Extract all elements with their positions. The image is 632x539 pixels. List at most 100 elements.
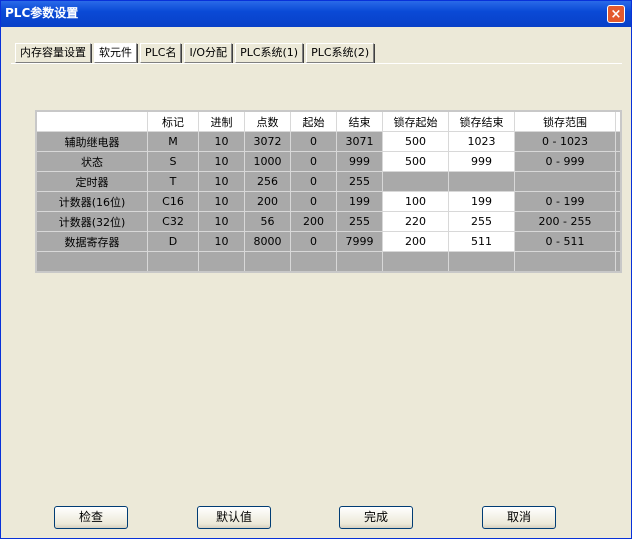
table-cell[interactable]: 255: [448, 211, 515, 232]
table-cell: 200 - 255: [514, 211, 616, 232]
table-cell: 数据寄存器: [36, 231, 148, 252]
table-cell: 199: [336, 191, 383, 212]
column-header: [36, 111, 148, 132]
tab-memory-capacity[interactable]: 内存容量设置: [15, 43, 91, 63]
table-cell: 辅助继电器: [36, 131, 148, 152]
table-cell: [336, 251, 383, 273]
cancel-button[interactable]: 取消: [482, 506, 556, 529]
column-header: 进制: [198, 111, 245, 132]
table-cell: D: [147, 231, 199, 252]
tab-plc-system-1[interactable]: PLC系统(1): [235, 43, 304, 63]
title-bar: PLC参数设置 ×: [1, 1, 631, 27]
table-cell: [615, 251, 622, 273]
table-cell[interactable]: 1023: [448, 131, 515, 152]
table-cell: 3072: [244, 131, 291, 152]
column-header: 锁存起始: [382, 111, 449, 132]
window-title: PLC参数设置: [5, 6, 79, 20]
table-cell: 10: [198, 131, 245, 152]
tab-plc-system-2[interactable]: PLC系统(2): [306, 43, 375, 63]
column-header: 锁存结束: [448, 111, 515, 132]
table-cell: 计数器(16位): [36, 191, 148, 212]
table-cell: 0: [290, 131, 337, 152]
table-cell: [615, 171, 622, 192]
table-cell: 0 - 1023: [514, 131, 616, 152]
table-cell: [244, 251, 291, 273]
table-cell: 10: [198, 231, 245, 252]
table-cell: S: [147, 151, 199, 172]
table-cell[interactable]: 199: [448, 191, 515, 212]
table-row: [36, 251, 622, 273]
column-header: 标记: [147, 111, 199, 132]
table-cell: 0: [290, 191, 337, 212]
column-header: 结束: [336, 111, 383, 132]
table-row: 辅助继电器 M 10 3072 0 3071 500 1023 0 - 1023: [36, 131, 622, 152]
table-cell: [290, 251, 337, 273]
column-header: [615, 111, 622, 132]
table-cell: [514, 171, 616, 192]
done-button[interactable]: 完成: [339, 506, 413, 529]
table-row: 状态 S 10 1000 0 999 500 999 0 - 999: [36, 151, 622, 172]
table-cell[interactable]: 999: [448, 151, 515, 172]
table-cell: 8000: [244, 231, 291, 252]
table-cell: 256: [244, 171, 291, 192]
table-cell: 1000: [244, 151, 291, 172]
table-cell[interactable]: 511: [448, 231, 515, 252]
table-cell: 7999: [336, 231, 383, 252]
dialog-window: PLC参数设置 × 内存容量设置 软元件 PLC名 I/O分配 PLC系统(1)…: [0, 0, 632, 539]
table-cell: 计数器(32位): [36, 211, 148, 232]
close-button[interactable]: ×: [607, 5, 625, 23]
table-cell: [382, 171, 449, 192]
table-cell: 0 - 199: [514, 191, 616, 212]
table-cell: C16: [147, 191, 199, 212]
tab-devices[interactable]: 软元件: [94, 43, 137, 63]
table-cell: 0 - 511: [514, 231, 616, 252]
table-cell: [36, 251, 148, 273]
table-cell: 0: [290, 151, 337, 172]
table-cell: 10: [198, 211, 245, 232]
table-cell: [147, 251, 199, 273]
table-cell[interactable]: 500: [382, 131, 449, 152]
table-cell[interactable]: 220: [382, 211, 449, 232]
table-row: 计数器(32位) C32 10 56 200 255 220 255 200 - 255: [36, 211, 622, 232]
table-cell: 0 - 999: [514, 151, 616, 172]
tab-plc-name[interactable]: PLC名: [140, 43, 182, 63]
table-header-row: 标记 进制 点数 起始 结束 锁存起始 锁存结束 锁存范围: [36, 111, 622, 132]
default-button[interactable]: 默认值: [197, 506, 271, 529]
table-cell: 10: [198, 151, 245, 172]
table-cell: [198, 251, 245, 273]
table-cell: [615, 211, 622, 232]
table-cell: 0: [290, 171, 337, 192]
table-cell: 999: [336, 151, 383, 172]
device-table: 标记 进制 点数 起始 结束 锁存起始 锁存结束 锁存范围 辅助继电器 M 10 3072 0 3071 5…: [35, 110, 622, 273]
table-cell: [615, 231, 622, 252]
table-cell: 10: [198, 191, 245, 212]
tab-bar: 内存容量设置 软元件 PLC名 I/O分配 PLC系统(1) PLC系统(2): [15, 43, 375, 63]
column-header: 起始: [290, 111, 337, 132]
table-cell: [514, 251, 616, 273]
table-cell: [615, 191, 622, 212]
table-cell: 255: [336, 211, 383, 232]
table-row: 计数器(16位) C16 10 200 0 199 100 199 0 - 199: [36, 191, 622, 212]
table-cell: T: [147, 171, 199, 192]
table-cell[interactable]: 200: [382, 231, 449, 252]
table-cell: 255: [336, 171, 383, 192]
table-cell[interactable]: 100: [382, 191, 449, 212]
table-cell: [615, 131, 622, 152]
table-cell: 3071: [336, 131, 383, 152]
tab-io-assignment[interactable]: I/O分配: [184, 43, 233, 63]
column-header: 锁存范围: [514, 111, 616, 132]
table-row: 定时器 T 10 256 0 255: [36, 171, 622, 192]
table-row: 数据寄存器 D 10 8000 0 7999 200 511 0 - 511: [36, 231, 622, 252]
table-cell: 定时器: [36, 171, 148, 192]
table-cell: [615, 151, 622, 172]
table-cell: M: [147, 131, 199, 152]
table-cell: [448, 171, 515, 192]
check-button[interactable]: 检查: [54, 506, 128, 529]
table-cell: [382, 251, 449, 273]
table-cell: [448, 251, 515, 273]
table-cell: C32: [147, 211, 199, 232]
table-cell: 状态: [36, 151, 148, 172]
table-cell[interactable]: 500: [382, 151, 449, 172]
column-header: 点数: [244, 111, 291, 132]
table-cell: 0: [290, 231, 337, 252]
